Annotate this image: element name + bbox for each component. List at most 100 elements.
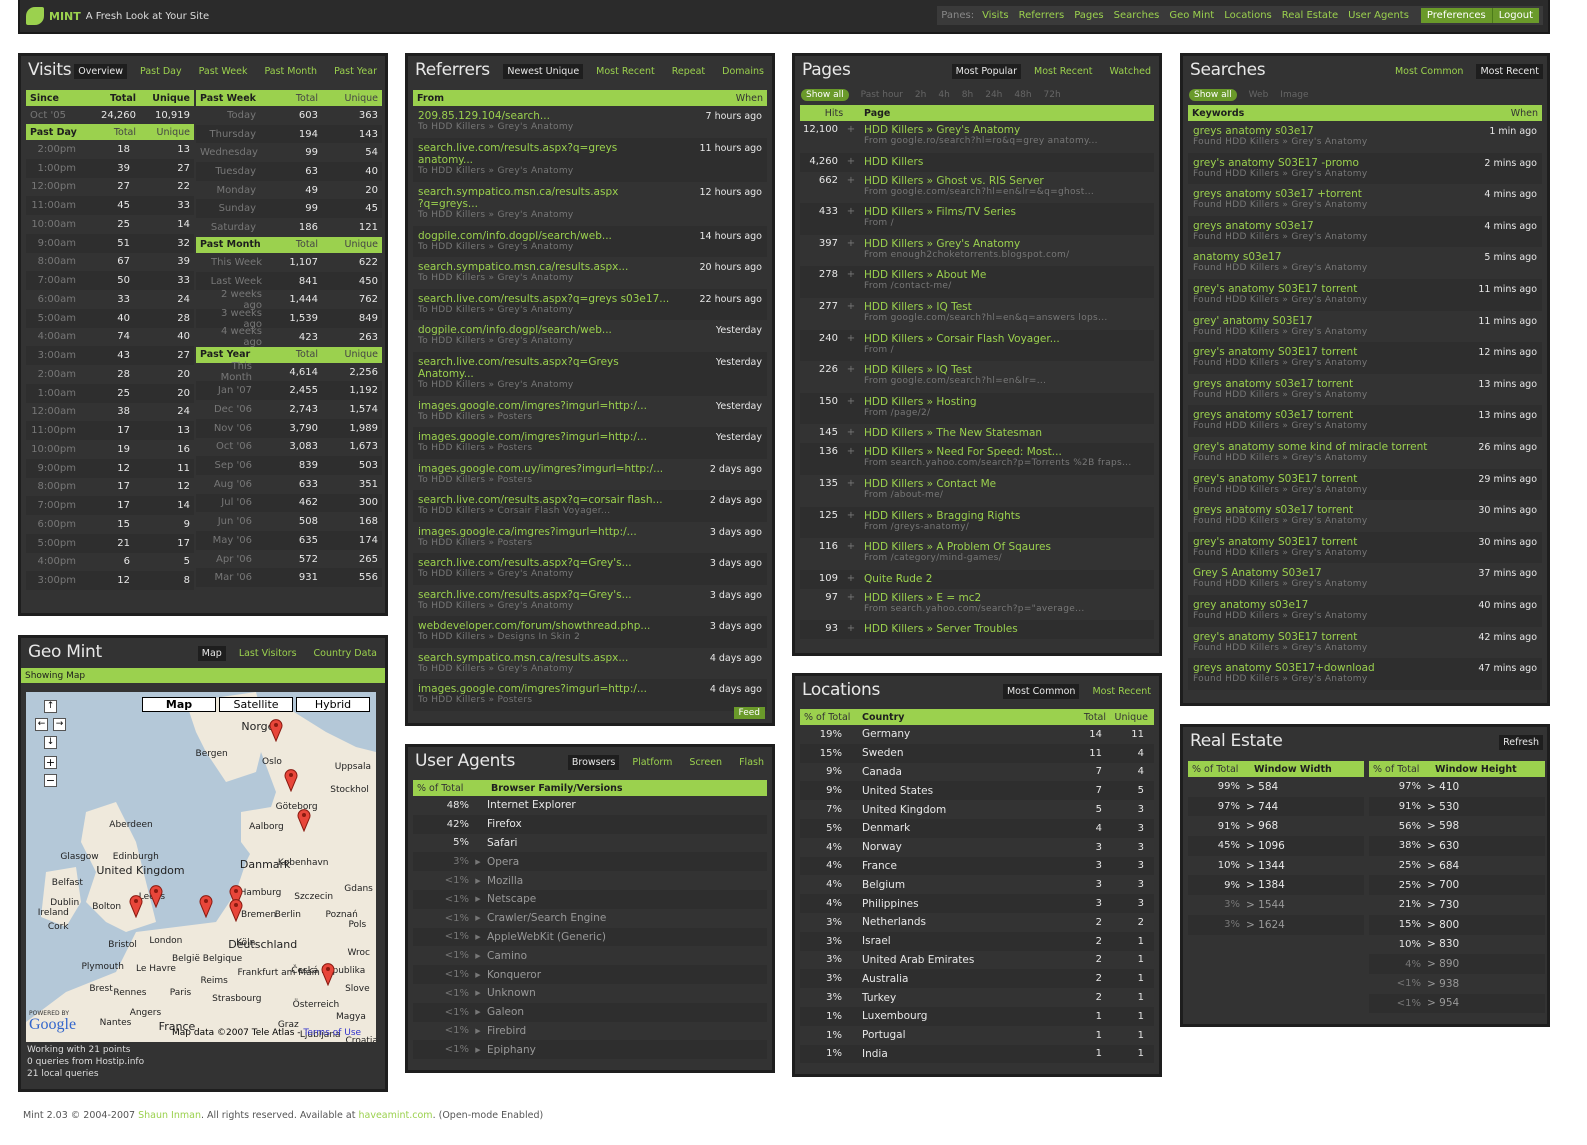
nav-real-estate[interactable]: Real Estate	[1282, 10, 1338, 21]
expand-plus-icon[interactable]: +	[838, 206, 864, 217]
expand-arrow-icon[interactable]: ▶	[469, 933, 487, 941]
visits-tab-1[interactable]: Past Day	[136, 64, 186, 79]
logo[interactable]: MINT A Fresh Look at Your Site	[26, 7, 209, 25]
referrer-row[interactable]: search.live.com/results.aspx?q=Greys Anat…	[413, 351, 767, 396]
nav-visits[interactable]: Visits	[982, 10, 1009, 21]
page-row[interactable]: 136 + HDD Killers » Need For Speed: Most..…	[800, 443, 1154, 475]
geo-tab-1[interactable]: Last Visitors	[235, 646, 301, 661]
expand-plus-icon[interactable]: +	[838, 541, 864, 552]
preferences-button[interactable]: Preferences	[1421, 8, 1492, 23]
locations-tab-1[interactable]: Most Recent	[1088, 684, 1155, 699]
visits-tab-4[interactable]: Past Year	[330, 64, 381, 79]
pages-filter-2[interactable]: 2h	[915, 90, 926, 100]
page-row[interactable]: 662 + HDD Killers » Ghost vs. RIS Server Fr…	[800, 171, 1154, 204]
search-row[interactable]: greys anatomy s03e17 Found HDD Killers » …	[1188, 215, 1542, 248]
refresh-button[interactable]: Refresh	[1499, 735, 1543, 750]
browser-row[interactable]: <1% ▶ Camino	[413, 946, 767, 966]
referrers-tab-1[interactable]: Most Recent	[592, 64, 659, 79]
pages-filter-7[interactable]: 72h	[1044, 90, 1061, 100]
browser-row[interactable]: <1% ▶ Konqueror	[413, 965, 767, 984]
page-row[interactable]: 145 + HDD Killers » The New Statesman	[800, 424, 1154, 444]
referrer-row[interactable]: 209.85.129.104/search... To HDD Killers »…	[413, 106, 767, 138]
referrer-row[interactable]: dogpile.com/info.dogpl/search/web... To H…	[413, 320, 767, 352]
user-agents-tab-0[interactable]: Browsers	[567, 755, 620, 770]
search-row[interactable]: Grey S Anatomy S03e17 Found HDD Killers »…	[1188, 563, 1542, 595]
user-agents-tab-3[interactable]: Flash	[735, 755, 768, 770]
referrer-row[interactable]: images.google.com/imgres?imgurl=http:/..…	[413, 679, 767, 711]
expand-plus-icon[interactable]: +	[838, 175, 864, 186]
searches-filter-1[interactable]: Web	[1249, 90, 1269, 100]
map-marker-icon[interactable]	[284, 768, 298, 793]
search-row[interactable]: grey's anatomy S03E17 torrent Found HDD K…	[1188, 531, 1542, 564]
expand-plus-icon[interactable]: +	[838, 364, 864, 375]
search-row[interactable]: grey's anatomy S03E17 torrent Found HDD K…	[1188, 626, 1542, 659]
searches-tab-0[interactable]: Most Common	[1391, 64, 1468, 79]
expand-plus-icon[interactable]: +	[838, 592, 864, 603]
visits-tab-2[interactable]: Past Week	[195, 64, 252, 79]
pages-filter-1[interactable]: Past hour	[861, 90, 903, 100]
search-row[interactable]: grey' anatomy S03E17 Found HDD Killers » …	[1188, 310, 1542, 343]
search-row[interactable]: greys anatomy s03e17 Found HDD Killers » …	[1188, 121, 1542, 153]
expand-arrow-icon[interactable]: ▶	[469, 952, 487, 960]
pages-tab-1[interactable]: Most Recent	[1030, 64, 1097, 79]
referrer-row[interactable]: search.sympatico.msn.ca/results.aspx ?q=g…	[413, 181, 767, 226]
locations-tab-0[interactable]: Most Common	[1002, 684, 1080, 699]
map-view[interactable]: Map Satellite Hybrid ↑ ← → ↓ + − Norge Be…	[26, 692, 376, 1042]
referrers-tab-0[interactable]: Newest Unique	[503, 64, 584, 79]
browser-row[interactable]: <1% ▶ Firebird	[413, 1021, 767, 1041]
browser-row[interactable]: 48% Internet Explorer	[413, 796, 767, 815]
expand-arrow-icon[interactable]: ▶	[469, 1046, 487, 1054]
nav-searches[interactable]: Searches	[1114, 10, 1160, 21]
page-row[interactable]: 397 + HDD Killers » Grey's Anatomy From eno…	[800, 234, 1154, 267]
browser-row[interactable]: 42% Firefox	[413, 814, 767, 834]
expand-plus-icon[interactable]: +	[838, 396, 864, 407]
expand-plus-icon[interactable]: +	[838, 446, 864, 457]
expand-plus-icon[interactable]: +	[838, 238, 864, 249]
page-row[interactable]: 93 + HDD Killers » Server Troubles	[800, 620, 1154, 640]
expand-plus-icon[interactable]: +	[838, 301, 864, 312]
logout-button[interactable]: Logout	[1491, 8, 1539, 23]
referrer-row[interactable]: dogpile.com/info.dogpl/search/web... To H…	[413, 225, 767, 257]
page-row[interactable]: 226 + HDD Killers » IQ Test From google.com…	[800, 361, 1154, 393]
nav-pages[interactable]: Pages	[1074, 10, 1103, 21]
expand-arrow-icon[interactable]: ▶	[469, 914, 487, 922]
expand-plus-icon[interactable]: +	[838, 156, 864, 167]
referrer-row[interactable]: images.google.com.uy/imgres?imgurl=http:…	[413, 458, 767, 490]
visits-tab-0[interactable]: Overview	[74, 64, 128, 79]
browser-row[interactable]: <1% ▶ Crawler/Search Engine	[413, 908, 767, 928]
page-row[interactable]: 116 + HDD Killers » A Problem Of Sqaures Fr…	[800, 538, 1154, 570]
expand-arrow-icon[interactable]: ▶	[469, 971, 487, 979]
pages-filter-5[interactable]: 24h	[985, 90, 1002, 100]
referrer-row[interactable]: images.google.ca/imgres?imgurl=http:/...…	[413, 521, 767, 553]
expand-arrow-icon[interactable]: ▶	[469, 858, 487, 866]
page-row[interactable]: 109 + Quite Rude 2	[800, 569, 1154, 589]
map-marker-icon[interactable]	[229, 898, 243, 923]
page-row[interactable]: 433 + HDD Killers » Films/TV Series From /	[800, 203, 1154, 235]
expand-plus-icon[interactable]: +	[838, 333, 864, 344]
page-row[interactable]: 125 + HDD Killers » Bragging Rights From /g…	[800, 506, 1154, 539]
expand-plus-icon[interactable]: +	[838, 478, 864, 489]
referrer-row[interactable]: images.google.com/imgres?imgurl=http:/..…	[413, 427, 767, 459]
google-logo[interactable]: Google	[29, 1016, 76, 1034]
search-row[interactable]: grey's anatomy S03E17 torrent Found HDD K…	[1188, 278, 1542, 311]
referrer-row[interactable]: webdeveloper.com/forum/showthread.php...…	[413, 616, 767, 648]
page-row[interactable]: 240 + HDD Killers » Corsair Flash Voyager.…	[800, 329, 1154, 362]
browser-row[interactable]: 5% Safari	[413, 833, 767, 853]
expand-arrow-icon[interactable]: ▶	[469, 1027, 487, 1035]
referrers-tab-2[interactable]: Repeat	[668, 64, 709, 79]
geo-tab-0[interactable]: Map	[197, 646, 226, 661]
search-row[interactable]: greys anatomy s03e17 torrent Found HDD Ki…	[1188, 405, 1542, 437]
browser-row[interactable]: <1% ▶ Netscape	[413, 889, 767, 909]
expand-plus-icon[interactable]: +	[838, 427, 864, 438]
pages-filter-0[interactable]: Show all	[801, 89, 849, 101]
search-row[interactable]: grey's anatomy some kind of miracle torr…	[1188, 436, 1542, 469]
zoom-out-icon[interactable]: −	[44, 774, 57, 787]
referrer-row[interactable]: search.sympatico.msn.ca/results.aspx... T…	[413, 647, 767, 679]
expand-arrow-icon[interactable]: ▶	[469, 1008, 487, 1016]
searches-filter-0[interactable]: Show all	[1189, 89, 1237, 101]
map-marker-icon[interactable]	[199, 894, 213, 919]
footer-author-link[interactable]: Shaun Inman	[138, 1110, 201, 1121]
browser-row[interactable]: <1% ▶ Epiphany	[413, 1040, 767, 1060]
page-row[interactable]: 12,100 + HDD Killers » Grey's Anatomy From …	[800, 121, 1154, 153]
user-agents-tab-1[interactable]: Platform	[628, 755, 676, 770]
